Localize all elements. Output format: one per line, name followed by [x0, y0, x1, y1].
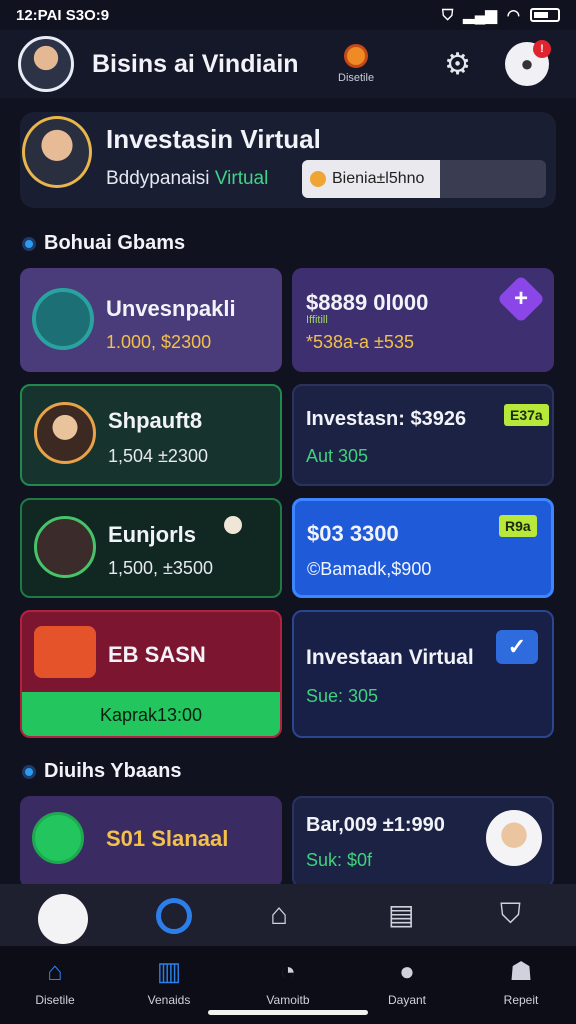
user-icon: ☗ — [509, 956, 533, 986]
signal-icon: ▂▄▆ — [463, 7, 497, 24]
shield-icon: ⛉ — [441, 6, 454, 24]
shield-icon[interactable]: ⛉ — [500, 898, 521, 931]
battery-icon — [530, 8, 560, 22]
card-tag: E37a — [504, 404, 549, 426]
tab-label: Disetile — [35, 993, 75, 1007]
notification-badge: ! — [532, 40, 551, 58]
balance-pill-label: Bienia±l5hno — [332, 170, 425, 187]
profile-avatar — [22, 116, 92, 188]
card-note: Iffitill — [306, 314, 328, 326]
header-logo[interactable]: Disetile — [338, 44, 374, 84]
card-title: $03 3300 — [307, 521, 399, 546]
card-title: Eunjorls — [108, 522, 197, 547]
coin-icon — [344, 44, 369, 68]
section-dot-icon — [22, 236, 36, 251]
tab-label: Dayant — [387, 993, 427, 1007]
slash-icon — [34, 516, 96, 578]
tab-vamoitb[interactable]: ◔ Vamoitb — [233, 956, 343, 1007]
tab-row-primary: ⌂ ▤ ⛉ — [0, 884, 576, 946]
card-value: Suk: $0f — [306, 850, 373, 870]
card-unvesnpakli[interactable]: Unvesnpakli 1.000, $2300 — [20, 268, 282, 372]
card-value: 1,504 ±2300 — [108, 446, 208, 466]
profile-subtitle: Bddypanaisi Virtual — [106, 168, 268, 190]
card-03-3300[interactable]: $03 3300 ©Bamadk,$900 R9a — [292, 498, 554, 598]
avatar[interactable] — [18, 36, 74, 92]
card-value: Aut 305 — [306, 446, 369, 466]
kaprak-button[interactable]: Kaprak13:00 — [22, 692, 280, 736]
card-tag: R9a — [499, 515, 537, 537]
card-title: $8889 0l000 — [306, 290, 429, 315]
stack-icon — [32, 288, 94, 350]
card-value: Sue: 305 — [306, 686, 379, 706]
notification-icon: ● — [520, 51, 534, 76]
card-title: Unvesnpakli — [106, 296, 236, 321]
add-button[interactable]: + — [496, 274, 546, 324]
card-value: 1,500, ±3500 — [108, 558, 213, 578]
card-title: Bar,009 ±1:990 — [306, 814, 445, 836]
section-title-text: Bohuai Gbams — [44, 232, 186, 254]
home-icon[interactable]: ⌂ — [270, 898, 288, 932]
section-title-text: Diuihs Ybaans — [44, 760, 182, 782]
card-investasn[interactable]: Investasn: $3926 Aut 305 E37a — [292, 384, 554, 486]
tab-label: Vamoitb — [266, 993, 310, 1007]
tab-repeit[interactable]: ☗ Repeit — [466, 956, 576, 1007]
home-icon: ⌂ — [47, 956, 63, 986]
card-shpauft[interactable]: Shpauft8 1,504 ±2300 — [20, 384, 282, 486]
card-bar-009[interactable]: Bar,009 ±1:990 Suk: $0f — [292, 796, 554, 888]
card-value: 1.000, $2300 — [106, 332, 212, 352]
wifi-icon: ◠ — [506, 7, 520, 24]
chat-icon: ● — [399, 956, 415, 986]
person-icon — [486, 810, 542, 866]
receipt-icon — [34, 626, 96, 678]
section-dot-icon — [22, 764, 36, 779]
card-investaan-virtual[interactable]: Investaan Virtual Sue: 305 ✓ — [292, 610, 554, 738]
profile-subtitle-prefix: Bddypanaisi — [106, 168, 210, 189]
app-header: Bisins ai Vindiain Disetile ⚙ ● ! — [0, 30, 576, 98]
coin-icon — [310, 171, 326, 187]
compass-icon[interactable] — [156, 898, 192, 934]
settings-gear-icon[interactable]: ⚙ — [444, 47, 471, 82]
clock-icon: ◔ — [280, 956, 296, 986]
app-title: Bisins ai Vindiain — [92, 49, 299, 78]
notification-button[interactable]: ● ! — [504, 40, 551, 86]
card-title: Shpauft8 — [108, 408, 203, 433]
section-title: Bohuai Gbams — [22, 232, 185, 255]
logo-icon[interactable] — [38, 894, 88, 944]
card-slanaal[interactable]: S01 Slanaal — [20, 796, 282, 888]
card-eb-sasn[interactable]: EB SASN Kaprak13:00 — [20, 610, 282, 738]
chart-icon: ▥ — [156, 956, 182, 986]
home-indicator[interactable] — [208, 1010, 368, 1015]
balance-pill-fill: Bienia±l5hno — [302, 160, 440, 198]
card-title: Investasn: $3926 — [306, 408, 467, 430]
profile-title: Investasin Virtual — [106, 124, 321, 154]
document-icon[interactable]: ▤ — [388, 898, 414, 931]
profile-subtitle-accent: Virtual — [214, 168, 269, 189]
profile-card[interactable]: Investasin Virtual Bddypanaisi Virtual B… — [20, 112, 556, 208]
check-icon[interactable]: ✓ — [496, 630, 538, 664]
card-value: ©Bamadk,$900 — [307, 559, 432, 579]
tab-label: Repeit — [503, 993, 539, 1007]
info-dot-icon — [224, 516, 242, 534]
card-eunjorls[interactable]: Eunjorls 1,500, ±3500 — [20, 498, 282, 598]
dial-icon — [32, 812, 84, 864]
status-bar: 12:PAI S3O:9 ⛉ ▂▄▆ ◠ — [0, 0, 576, 30]
card-value: *538a-a ±535 — [306, 332, 414, 352]
status-time: 12:PAI S3O:9 — [16, 6, 110, 24]
bottom-tab-bar: ⌂ ▤ ⛉ ⌂ Disetile ▥ Venaids ◔ Vamoitb ● D… — [0, 884, 576, 1024]
tab-venaids[interactable]: ▥ Venaids — [114, 956, 224, 1007]
card-8889[interactable]: $8889 0l000 Iffitill *538a-a ±535 + — [292, 268, 554, 372]
card-title: Investaan Virtual — [306, 646, 474, 669]
section-title-2: Diuihs Ybaans — [22, 760, 181, 783]
card-title: EB SASN — [108, 642, 206, 667]
tab-disetile[interactable]: ⌂ Disetile — [0, 956, 110, 1007]
status-icons: ⛉ ▂▄▆ ◠ — [442, 6, 560, 24]
header-logo-label: Disetile — [338, 72, 375, 84]
tab-label: Venaids — [147, 993, 191, 1007]
tab-dayant[interactable]: ● Dayant — [352, 956, 462, 1007]
balance-pill[interactable]: Bienia±l5hno — [302, 160, 546, 198]
plus-icon: + — [513, 285, 528, 312]
person-icon — [34, 402, 96, 464]
card-title: S01 Slanaal — [106, 826, 229, 851]
